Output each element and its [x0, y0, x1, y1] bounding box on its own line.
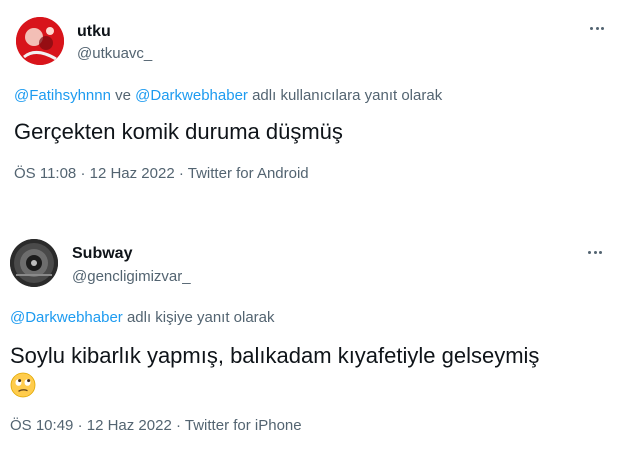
more-options-icon[interactable]	[590, 22, 604, 34]
display-name[interactable]: Subway	[72, 245, 132, 263]
reply-joiner: ve	[115, 87, 131, 104]
user-handle[interactable]: @utkuavc_	[77, 45, 152, 62]
separator-dot: ·	[77, 417, 83, 434]
mention-link[interactable]: @Fatihsyhnnn	[14, 87, 111, 104]
tweet[interactable]: utku @utkuavc_ @Fatihsyhnnn ve @Darkwebh…	[0, 0, 622, 200]
separator-dot: ·	[175, 417, 181, 434]
tweet-metadata: ÖS 11:08 · 12 Haz 2022 · Twitter for And…	[14, 165, 309, 182]
mention-link[interactable]: @Darkwebhaber	[135, 87, 248, 104]
display-name[interactable]: utku	[77, 23, 111, 41]
avatar[interactable]	[16, 17, 64, 65]
more-options-icon[interactable]	[588, 246, 602, 258]
tweet-text: Gerçekten komik duruma düşmüş	[14, 119, 343, 144]
tweet-time[interactable]: ÖS 11:08	[14, 165, 76, 182]
mention-link[interactable]: @Darkwebhaber	[10, 309, 123, 326]
user-handle[interactable]: @gencligimizvar_	[72, 268, 191, 285]
tweet-date[interactable]: 12 Haz 2022	[90, 165, 175, 182]
avatar[interactable]	[10, 239, 58, 287]
separator-dot: ·	[80, 165, 86, 182]
separator-dot: ·	[178, 165, 184, 182]
tweet-source[interactable]: Twitter for Android	[188, 165, 309, 182]
tweet-metadata: ÖS 10:49 · 12 Haz 2022 · Twitter for iPh…	[10, 417, 302, 434]
reply-suffix: adlı kullanıcılara yanıt olarak	[252, 87, 443, 104]
tweet-time[interactable]: ÖS 10:49	[10, 417, 73, 434]
tweet-date[interactable]: 12 Haz 2022	[87, 417, 172, 434]
tweet[interactable]: Subway @gencligimizvar_ @Darkwebhaber ad…	[0, 228, 622, 460]
face-with-rolling-eyes-icon	[10, 372, 36, 398]
reply-context: @Darkwebhaber adlı kişiye yanıt olarak	[10, 309, 275, 326]
reply-context: @Fatihsyhnnn ve @Darkwebhaber adlı kulla…	[14, 87, 442, 104]
tweet-text: Soylu kibarlık yapmış, balıkadam kıyafet…	[10, 343, 540, 368]
reply-suffix: adlı kişiye yanıt olarak	[126, 309, 275, 326]
tweet-source[interactable]: Twitter for iPhone	[185, 417, 302, 434]
